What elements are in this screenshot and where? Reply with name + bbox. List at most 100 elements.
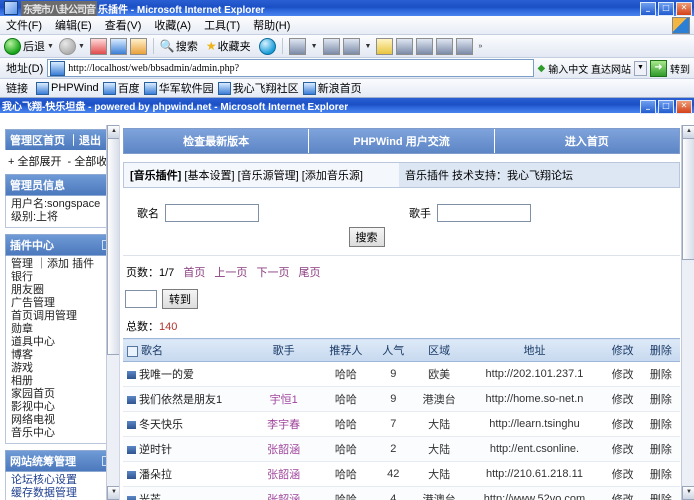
sidebar-item-forum-core-settings[interactable]: 论坛核心设置: [11, 474, 111, 487]
research-icon[interactable]: [456, 38, 473, 55]
menu-item-help[interactable]: 帮助(H): [253, 17, 290, 33]
page-prev-link[interactable]: 上一页: [214, 267, 247, 279]
maximize-icon[interactable]: □: [658, 2, 674, 16]
scroll-down-icon[interactable]: ▼: [107, 486, 119, 500]
cell-delete-link[interactable]: 删除: [642, 412, 680, 437]
cell-edit-link[interactable]: 修改: [604, 437, 642, 462]
expand-all-link[interactable]: + 全部展开: [8, 156, 61, 168]
close-icon[interactable]: ✕: [676, 2, 692, 16]
link-phpwind[interactable]: PHPWind: [36, 82, 99, 95]
mail-icon[interactable]: [323, 38, 340, 55]
favorites-button[interactable]: ★ 收藏夹: [206, 38, 251, 54]
sidebar-item-bank[interactable]: 银行: [11, 271, 111, 284]
sidebar-item-cache-data[interactable]: 缓存数据管理: [11, 487, 111, 500]
go-icon[interactable]: ➜: [650, 60, 667, 77]
cell-delete-link[interactable]: 删除: [642, 462, 680, 487]
sidebar-group-title-site-management[interactable]: 网站统筹管理 ▫: [5, 450, 117, 472]
tab-enter-homepage[interactable]: 进入首页: [495, 129, 679, 153]
menu-item-favorites[interactable]: 收藏(A): [154, 17, 191, 33]
menu-item-view[interactable]: 查看(V): [105, 17, 142, 33]
sidebar-scrollbar[interactable]: ▲ ▼: [106, 125, 119, 500]
cell-delete-link[interactable]: 删除: [642, 387, 680, 412]
goto-page-button[interactable]: 转到: [162, 289, 198, 309]
history-icon[interactable]: [289, 38, 306, 55]
menu-item-tools[interactable]: 工具(T): [204, 17, 240, 33]
close-icon-inner[interactable]: ✕: [676, 100, 692, 114]
sidebar-item-props[interactable]: 道具中心: [11, 336, 111, 349]
folder-icon[interactable]: [376, 38, 393, 55]
page-next-link[interactable]: 下一页: [256, 267, 289, 279]
cell-singer[interactable]: 李宇春: [249, 412, 318, 437]
chevron-down-icon[interactable]: ▼: [47, 43, 54, 50]
address-input[interactable]: http://localhost/web/bbsadmin/admin.php?: [47, 59, 533, 77]
subnav-item-add-source[interactable]: [添加音乐源]: [302, 170, 363, 182]
maximize-icon-inner[interactable]: □: [658, 100, 674, 114]
cell-singer[interactable]: [249, 362, 318, 387]
search-submit-button[interactable]: 搜索: [349, 227, 385, 247]
cell-singer[interactable]: 张韶涵: [249, 437, 318, 462]
subnav-item-source-manage[interactable]: [音乐源管理]: [238, 170, 299, 182]
search-button[interactable]: 🔍 搜索: [160, 38, 198, 54]
cell-singer[interactable]: 宇恒1: [249, 387, 318, 412]
cell-singer[interactable]: 张韶涵: [249, 462, 318, 487]
scroll-thumb-main[interactable]: [682, 138, 694, 260]
link-huajun[interactable]: 华军软件园: [144, 80, 214, 96]
scroll-down-icon-main[interactable]: ▼: [682, 486, 694, 500]
cell-edit-link[interactable]: 修改: [604, 487, 642, 500]
cell-delete-link[interactable]: 删除: [642, 487, 680, 500]
refresh-icon[interactable]: [110, 38, 127, 55]
cell-edit-link[interactable]: 修改: [604, 412, 642, 437]
sidebar-item-video[interactable]: 影视中心: [11, 401, 111, 414]
sidebar-item-ads[interactable]: 广告管理: [11, 297, 111, 310]
scroll-thumb[interactable]: [107, 138, 119, 355]
print-icon[interactable]: [343, 38, 360, 55]
link-community[interactable]: 我心飞翔社区: [218, 80, 299, 96]
cell-edit-link[interactable]: 修改: [604, 387, 642, 412]
main-scrollbar[interactable]: ▲ ▼: [681, 125, 694, 500]
print-chevron-icon[interactable]: ▼: [365, 43, 372, 50]
media-icon[interactable]: [259, 38, 276, 55]
cell-singer[interactable]: 张韶涵: [249, 487, 318, 500]
cell-delete-link[interactable]: 删除: [642, 362, 680, 387]
sidebar-item-music[interactable]: 音乐中心: [11, 427, 111, 440]
back-button[interactable]: 后退 ▼: [4, 38, 56, 55]
goto-page-input[interactable]: [125, 290, 157, 308]
history-chevron-icon[interactable]: ▼: [311, 43, 318, 50]
cell-edit-link[interactable]: 修改: [604, 462, 642, 487]
sidebar-group-title-plugin-center[interactable]: 插件中心 ▫: [5, 234, 117, 256]
sidebar-item-nettv[interactable]: 网络电视: [11, 414, 111, 427]
scroll-up-icon[interactable]: ▲: [107, 125, 119, 139]
sidebar-item-album[interactable]: 相册: [11, 375, 111, 388]
link-sina[interactable]: 新浪首页: [303, 80, 362, 96]
chevron-down-icon-ime[interactable]: ▼: [634, 61, 647, 76]
go-label[interactable]: 转到: [670, 61, 690, 76]
cell-edit-link[interactable]: 修改: [604, 362, 642, 387]
home-icon[interactable]: [130, 38, 147, 55]
minimize-icon[interactable]: _: [640, 2, 656, 16]
forward-button[interactable]: ▼: [59, 38, 87, 55]
msn-icon[interactable]: [416, 38, 433, 55]
tab-phpwind-community[interactable]: PHPWind 用户交流: [309, 129, 494, 153]
song-name-input[interactable]: [165, 204, 259, 222]
page-last-link[interactable]: 尾页: [299, 267, 321, 279]
sidebar-item-blog[interactable]: 博客: [11, 349, 111, 362]
sidebar-header[interactable]: 管理区首页 ｜退出: [5, 129, 117, 150]
tab-check-version[interactable]: 检查最新版本: [124, 129, 309, 153]
menu-item-file[interactable]: 文件(F): [6, 17, 42, 33]
singer-input[interactable]: [437, 204, 531, 222]
scroll-up-icon-main[interactable]: ▲: [682, 125, 694, 139]
sidebar-item-homepage-call[interactable]: 首页调用管理: [11, 310, 111, 323]
toolbar-overflow-icon[interactable]: »: [478, 43, 482, 50]
chevron-down-icon-forward[interactable]: ▼: [78, 43, 85, 50]
discuss-icon[interactable]: [436, 38, 453, 55]
stop-icon[interactable]: [90, 38, 107, 55]
sidebar-item-medal[interactable]: 勋章: [11, 323, 111, 336]
ime-hint-label[interactable]: 输入中文 直达网站: [548, 61, 631, 76]
link-baidu[interactable]: 百度: [103, 80, 140, 96]
sidebar-item-plugin-manage[interactable]: 管理 ｜添加 插件: [11, 258, 111, 271]
minimize-icon-inner[interactable]: _: [640, 100, 656, 114]
sidebar-item-games[interactable]: 游戏: [11, 362, 111, 375]
subnav-item-music-plugin[interactable]: [音乐插件]: [130, 170, 181, 182]
cell-delete-link[interactable]: 删除: [642, 437, 680, 462]
sidebar-item-home[interactable]: 家园首页: [11, 388, 111, 401]
